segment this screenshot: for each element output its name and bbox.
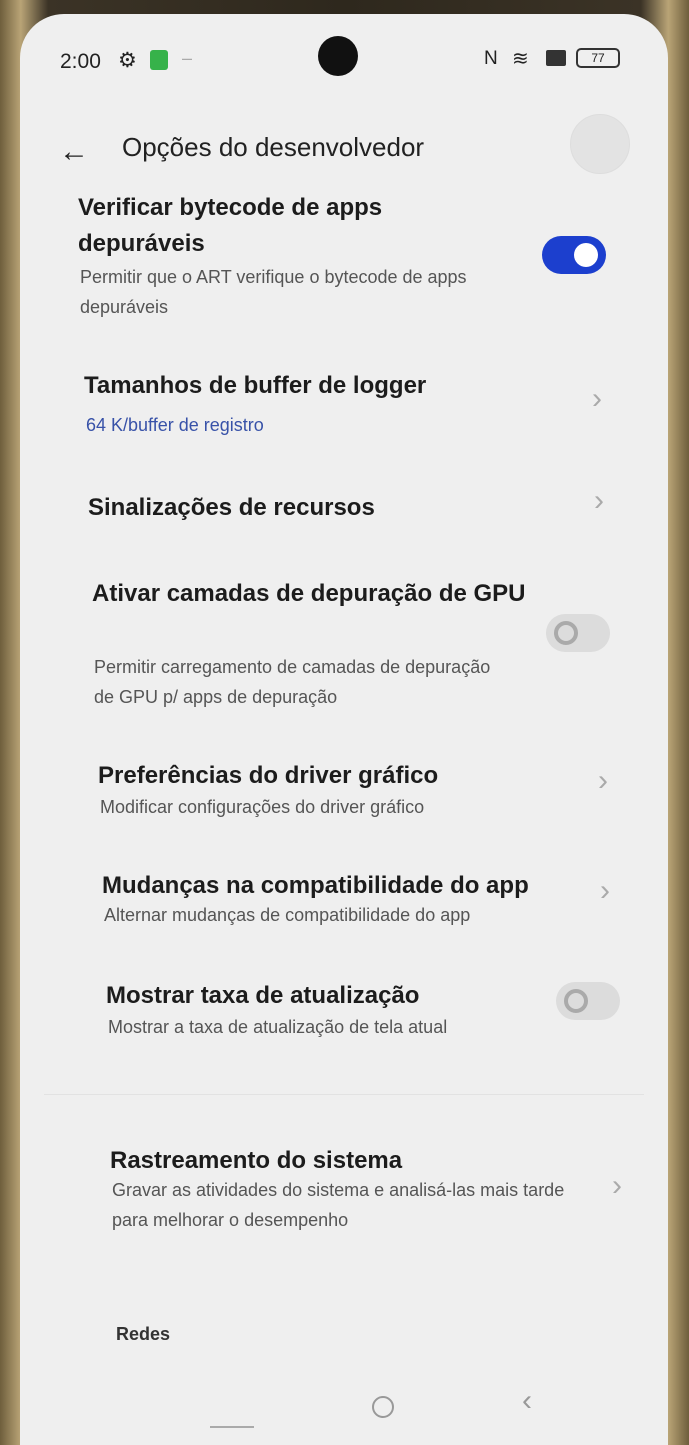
setting-subtitle: Modificar configurações do driver gráfic… xyxy=(100,797,425,817)
chevron-right-icon: › xyxy=(592,382,602,415)
navigation-bar xyxy=(20,1354,668,1445)
header: ← Opções do desenvolvedor xyxy=(20,104,668,194)
setting-title: Tamanhos de buffer de logger xyxy=(84,372,427,399)
recents-icon[interactable] xyxy=(210,1384,254,1428)
floating-assist-button[interactable] xyxy=(570,114,630,174)
toggle-knob xyxy=(574,243,598,267)
toggle-knob xyxy=(564,989,588,1013)
toggle-gpu-debug-layers[interactable] xyxy=(546,614,610,652)
screen: 2:00 ⚙ – N ≋ 77 ← Opções do desenvolvedo… xyxy=(20,14,668,1445)
setting-verify-bytecode[interactable]: Verificar bytecode de apps depuráveis Pe… xyxy=(20,184,668,324)
setting-title: Rastreamento do sistema xyxy=(110,1147,403,1174)
setting-subtitle: 64 K/buffer de registro xyxy=(86,415,264,435)
setting-refresh-rate[interactable]: Mostrar taxa de atualização Mostrar a ta… xyxy=(20,974,668,1064)
setting-subtitle: Permitir que o ART verifique o bytecode … xyxy=(80,267,467,317)
dash-icon: – xyxy=(182,48,193,68)
home-icon[interactable] xyxy=(360,1384,404,1428)
app-notification-icon xyxy=(150,50,168,70)
setting-system-tracing[interactable]: Rastreamento do sistema Gravar as ativid… xyxy=(20,1139,668,1259)
setting-subtitle: Alternar mudanças de compatibilidade do … xyxy=(104,905,471,925)
toggle-verify-bytecode[interactable] xyxy=(542,236,606,274)
setting-title: Verificar bytecode de apps depuráveis xyxy=(78,194,383,257)
setting-logger-buffer[interactable]: Tamanhos de buffer de logger 64 K/buffer… xyxy=(20,364,668,454)
back-icon[interactable] xyxy=(508,1384,552,1428)
front-camera xyxy=(318,36,358,76)
section-label-redes: Redes xyxy=(116,1324,171,1344)
setting-graphics-driver[interactable]: Preferências do driver gráfico Modificar… xyxy=(20,754,668,844)
chevron-right-icon: › xyxy=(600,874,610,907)
setting-title: Sinalizações de recursos xyxy=(88,494,375,521)
chevron-right-icon: › xyxy=(594,484,604,517)
nfc-icon: N xyxy=(484,48,498,69)
status-bar: 2:00 ⚙ – N ≋ 77 xyxy=(20,14,668,94)
setting-title: Ativar camadas de depuração de GPU xyxy=(92,580,526,607)
sim-icon xyxy=(546,50,566,66)
page-title: Opções do desenvolvedor xyxy=(122,132,425,162)
setting-title: Mudanças na compatibilidade do app xyxy=(102,872,529,899)
status-time: 2:00 xyxy=(60,50,101,73)
setting-subtitle: Mostrar a taxa de atualização de tela at… xyxy=(108,1017,448,1037)
toggle-refresh-rate[interactable] xyxy=(556,982,620,1020)
chevron-right-icon: › xyxy=(598,764,608,797)
setting-subtitle: Gravar as atividades do sistema e analis… xyxy=(112,1180,565,1230)
setting-subtitle: Permitir carregamento de camadas de depu… xyxy=(94,657,491,707)
setting-app-compatibility[interactable]: Mudanças na compatibilidade do app Alter… xyxy=(20,864,668,954)
chevron-right-icon: › xyxy=(612,1169,622,1202)
battery-icon: 77 xyxy=(576,48,620,68)
wifi-icon: ≋ xyxy=(512,48,529,70)
toggle-knob xyxy=(554,621,578,645)
setting-gpu-debug-layers[interactable]: Ativar camadas de depuração de GPU Permi… xyxy=(20,574,668,714)
gear-icon: ⚙ xyxy=(118,49,137,72)
divider xyxy=(44,1094,644,1095)
setting-title: Preferências do driver gráfico xyxy=(98,762,439,789)
setting-feature-flags[interactable]: Sinalizações de recursos › xyxy=(20,484,668,546)
setting-title: Mostrar taxa de atualização xyxy=(106,982,420,1009)
arrow-left-icon[interactable]: ← xyxy=(54,132,94,172)
